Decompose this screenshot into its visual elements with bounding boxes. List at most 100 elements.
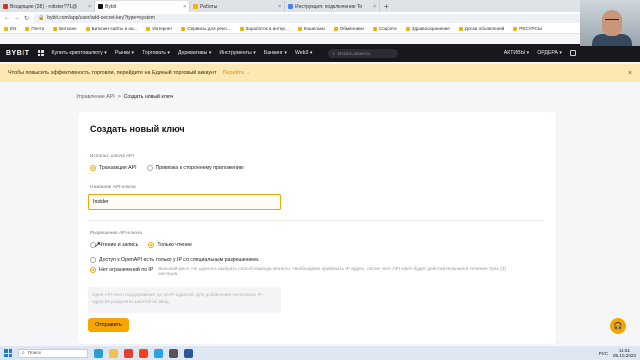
clock[interactable]: 11:51 05.10.2023 bbox=[613, 348, 636, 358]
bookmark-label: Почта bbox=[31, 26, 45, 31]
key-name-label: Название API-ключа bbox=[90, 185, 136, 190]
bookmark-folder-icon bbox=[513, 26, 518, 31]
close-icon[interactable]: × bbox=[183, 4, 186, 10]
word-icon[interactable] bbox=[184, 348, 193, 358]
coin-search-input[interactable]: ⌕ Искать монеты bbox=[328, 48, 399, 58]
tab-label: Инструкция: подключение To bbox=[295, 3, 363, 10]
taskbar-search-placeholder: Поиск bbox=[27, 350, 41, 356]
nav-markets[interactable]: Рынки ▾ bbox=[115, 50, 134, 56]
bookmark-item[interactable]: Кошельки bbox=[297, 26, 325, 31]
nav-tools[interactable]: Инструменты ▾ bbox=[219, 50, 255, 56]
bookmark-item[interactable]: Заработок в интер... bbox=[239, 26, 289, 31]
nav-web3[interactable]: Web3 ▾ bbox=[295, 50, 313, 56]
back-icon[interactable]: ← bbox=[4, 15, 10, 21]
nav-buy-crypto[interactable]: Купить криптовалюту ▾ bbox=[52, 50, 107, 56]
breadcrumb-parent[interactable]: Управление API bbox=[76, 94, 115, 100]
breadcrumb-current: Создать новый ключ bbox=[123, 94, 174, 100]
windows-start-icon[interactable] bbox=[4, 349, 12, 357]
bybit-icon bbox=[98, 4, 103, 9]
ip-option-restricted[interactable]: Доступ к OpenAPI есть только у IP со спе… bbox=[90, 257, 259, 263]
telegram-icon[interactable] bbox=[154, 348, 163, 358]
radio-empty-icon bbox=[90, 257, 96, 263]
folder-icon[interactable] bbox=[109, 348, 118, 358]
forward-icon[interactable]: → bbox=[14, 15, 20, 21]
webcam-overlay bbox=[580, 0, 640, 46]
new-tab-button[interactable]: + bbox=[380, 1, 393, 12]
bookmark-item[interactable]: Обменники bbox=[333, 26, 364, 31]
close-icon[interactable]: × bbox=[88, 4, 91, 10]
close-icon[interactable]: × bbox=[628, 70, 632, 77]
breadcrumb-separator: > bbox=[117, 94, 121, 100]
bookmark-item[interactable]: Здравоохранение bbox=[405, 26, 450, 31]
close-icon[interactable]: × bbox=[278, 4, 281, 10]
page-title: Создать новый ключ bbox=[90, 124, 185, 134]
breadcrumb: Управление API > Создать новый ключ bbox=[76, 94, 173, 100]
url-text: bybit.com/app/user/add-secret-key?type=s… bbox=[47, 15, 155, 21]
usage-option-third-party[interactable]: Привязка к стороннему приложению bbox=[146, 165, 244, 171]
bybit-logo[interactable]: BYBIT bbox=[6, 50, 30, 57]
bookmark-item[interactable]: Почта bbox=[25, 26, 44, 31]
tab-label: Работы bbox=[200, 3, 218, 10]
apps-grid-icon[interactable] bbox=[37, 50, 44, 56]
bookmark-item[interactable]: Соцсети bbox=[372, 26, 397, 31]
edge-icon[interactable] bbox=[94, 348, 103, 358]
bookmark-item[interactable]: РЕСУРСЫ bbox=[513, 26, 542, 31]
yandex-icon[interactable] bbox=[139, 348, 148, 358]
language-indicator[interactable]: РУС bbox=[599, 351, 608, 356]
orders-menu[interactable]: ОРДЕРА ▾ bbox=[537, 50, 562, 56]
search-placeholder: Искать монеты bbox=[338, 50, 371, 56]
ip-option-unrestricted-row: Нет ограничений по IP Высокий риск. Не у… bbox=[90, 267, 530, 277]
ip-address-textarea[interactable]: Один API-ключ поддерживает до 30 IP-адре… bbox=[88, 287, 281, 313]
key-name-input[interactable]: Insider bbox=[88, 194, 281, 210]
bookmark-item[interactable]: Биткоин bbox=[53, 26, 77, 31]
bookmark-folder-icon bbox=[405, 26, 410, 31]
bookmark-folder-icon bbox=[181, 26, 186, 31]
tab-label: Bybit bbox=[105, 3, 117, 10]
site-header: BYBIT Купить криптовалюту ▾ Рынки ▾ Торг… bbox=[0, 44, 640, 62]
bookmark-folder-icon bbox=[333, 26, 338, 31]
submit-button[interactable]: Отправить bbox=[88, 318, 129, 332]
bookmark-label: EN bbox=[10, 26, 17, 31]
support-chat-icon[interactable]: 🎧 bbox=[610, 318, 626, 334]
bookmark-item[interactable]: EN bbox=[4, 26, 16, 31]
bookmark-item[interactable]: Интернет bbox=[146, 26, 172, 31]
usage-option-api[interactable]: Транзакция API bbox=[90, 165, 137, 171]
tab-jobs[interactable]: Работы × bbox=[190, 1, 285, 12]
recorder-icon[interactable] bbox=[169, 348, 178, 358]
chrome-icon[interactable] bbox=[124, 348, 133, 358]
usage-label: Использ. ключа API bbox=[90, 154, 134, 159]
bookmark-label: Обменники bbox=[339, 26, 364, 31]
tab-gmail[interactable]: Входящие (28) - rotister??1@ × bbox=[0, 1, 95, 12]
bookmark-item[interactable]: Биткоин-сайты и на... bbox=[85, 26, 137, 31]
clock-date: 05.10.2023 bbox=[613, 353, 636, 358]
address-bar: ← → ↻ 🔒 bybit.com/app/user/add-secret-ke… bbox=[0, 12, 640, 24]
radio-empty-icon bbox=[146, 165, 153, 171]
reload-icon[interactable]: ↻ bbox=[24, 15, 29, 22]
banner-link[interactable]: Перейти → bbox=[223, 70, 251, 76]
bookmarks-bar: EN Почта Биткоин Биткоин-сайты и на... Интер… bbox=[0, 24, 640, 34]
doc-icon bbox=[288, 4, 293, 9]
user-icon[interactable] bbox=[570, 50, 576, 56]
ip-warning-text: Высокий риск. Не удалось выбрать способ … bbox=[158, 267, 507, 277]
bookmark-folder-icon bbox=[53, 26, 58, 31]
tab-bybit[interactable]: Bybit × bbox=[95, 1, 190, 12]
taskbar-search-input[interactable]: ⌕ Поиск bbox=[18, 348, 88, 358]
nav-banking[interactable]: Банкинг ▾ bbox=[264, 50, 287, 56]
perm-option-read-only[interactable]: Только чтение bbox=[148, 242, 192, 248]
bookmark-item[interactable]: Доски объявлений bbox=[458, 26, 504, 31]
bookmark-folder-icon bbox=[146, 26, 151, 31]
bookmark-folder-icon bbox=[297, 26, 302, 31]
tab-instructions[interactable]: Инструкция: подключение To × bbox=[285, 1, 380, 12]
bookmark-label: Биткоин bbox=[59, 26, 77, 31]
radio-selected-icon bbox=[90, 267, 96, 273]
assets-menu[interactable]: АКТИВЫ ▾ bbox=[504, 50, 529, 56]
nav-trade[interactable]: Торговать ▾ bbox=[142, 50, 170, 56]
jobs-icon bbox=[193, 4, 198, 9]
search-icon: ⌕ bbox=[332, 50, 336, 56]
url-input[interactable]: 🔒 bybit.com/app/user/add-secret-key?type… bbox=[33, 13, 636, 23]
close-icon[interactable]: × bbox=[373, 4, 376, 10]
bookmark-item[interactable]: Сервисы для рекл... bbox=[181, 26, 231, 31]
nav-derivatives[interactable]: Деривативы ▾ bbox=[178, 50, 211, 56]
create-key-card: Создать новый ключ Использ. ключа API Тр… bbox=[78, 112, 556, 344]
ip-option-unrestricted[interactable]: Нет ограничений по IP Высокий риск. Не у… bbox=[90, 267, 518, 277]
